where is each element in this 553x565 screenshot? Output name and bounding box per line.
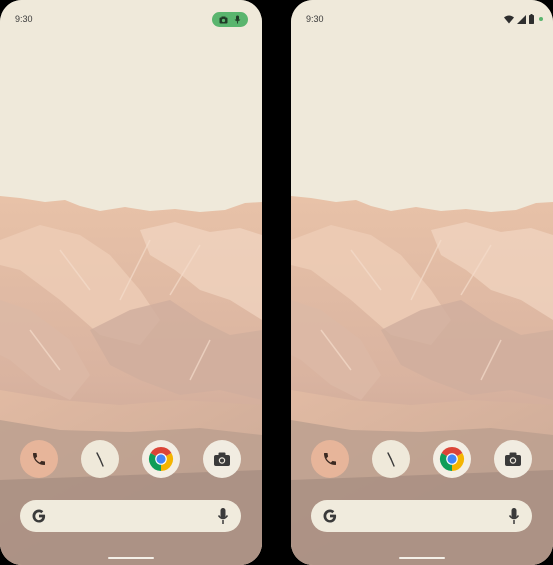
microphone-icon[interactable]	[508, 507, 520, 525]
phone-screen-right: 9:30	[291, 0, 553, 565]
phone-app-icon[interactable]	[20, 440, 58, 478]
status-time: 9:30	[306, 14, 324, 24]
clock-icon	[387, 452, 395, 467]
gesture-nav-handle[interactable]	[108, 557, 154, 559]
google-g-icon	[323, 509, 337, 523]
gesture-nav-handle[interactable]	[399, 557, 445, 559]
cellular-signal-icon	[517, 14, 526, 24]
mountain-wallpaper	[0, 0, 262, 565]
google-search-bar[interactable]	[311, 500, 532, 532]
clock-app-icon[interactable]	[372, 440, 410, 478]
chrome-app-icon[interactable]	[142, 440, 180, 478]
phone-icon	[33, 453, 45, 465]
app-dock	[291, 440, 553, 478]
chrome-icon	[148, 447, 174, 471]
phone-icon	[324, 453, 336, 465]
app-dock	[0, 440, 262, 478]
clock-icon	[96, 452, 104, 467]
clock-app-icon[interactable]	[81, 440, 119, 478]
status-icons	[504, 14, 543, 24]
camera-icon	[214, 452, 230, 466]
camera-icon	[505, 452, 521, 466]
camera-app-icon[interactable]	[494, 440, 532, 478]
battery-icon	[529, 14, 534, 24]
camera-app-icon[interactable]	[203, 440, 241, 478]
status-time: 9:30	[15, 14, 33, 24]
microphone-icon	[234, 15, 241, 24]
microphone-icon[interactable]	[217, 507, 229, 525]
google-search-bar[interactable]	[20, 500, 241, 532]
google-g-icon	[32, 509, 46, 523]
wifi-icon	[504, 15, 514, 23]
phone-app-icon[interactable]	[311, 440, 349, 478]
privacy-indicator-dot	[539, 17, 543, 21]
camera-icon	[219, 16, 228, 23]
comparison-stage: 9:30 9:30	[0, 0, 553, 565]
mountain-wallpaper	[291, 0, 553, 565]
chrome-app-icon[interactable]	[433, 440, 471, 478]
chrome-icon	[439, 447, 465, 471]
privacy-indicator-chip	[212, 12, 248, 27]
phone-screen-left: 9:30	[0, 0, 262, 565]
